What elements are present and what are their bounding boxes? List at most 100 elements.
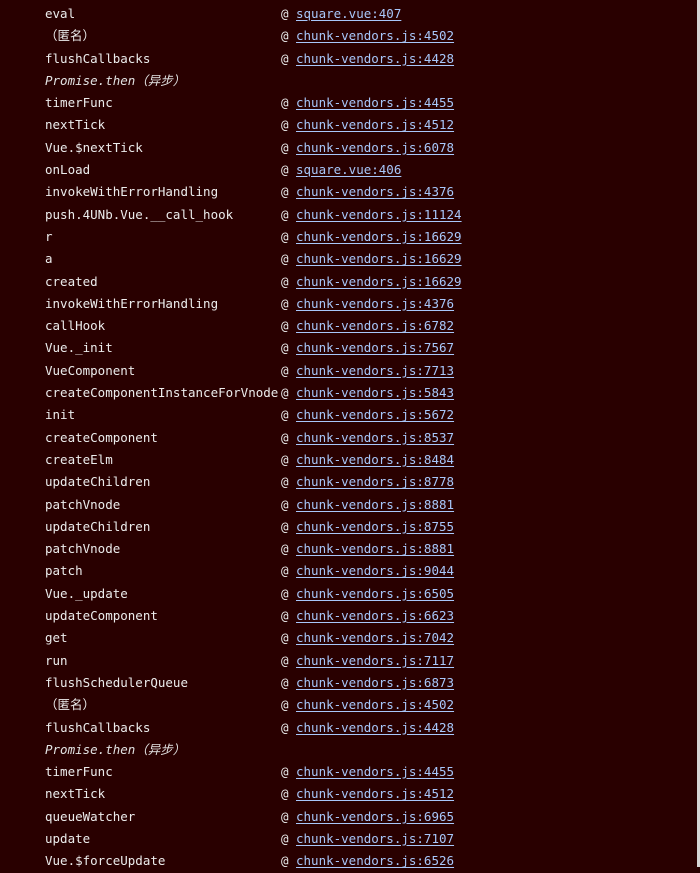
function-name: updateChildren xyxy=(45,518,151,534)
at-symbol: @ xyxy=(281,6,289,21)
stack-frame-row: createComponentInstanceForVnode @ chunk-ve… xyxy=(0,382,697,404)
stack-frame-row: （匿名） @ chunk-vendors.js:4502 xyxy=(0,694,697,716)
source-location-link[interactable]: chunk-vendors.js:16629 xyxy=(296,248,462,270)
stack-frame-row: get @ chunk-vendors.js:7042 xyxy=(0,627,697,649)
source-location-link[interactable]: chunk-vendors.js:6505 xyxy=(296,583,454,605)
source-location-link[interactable]: chunk-vendors.js:7107 xyxy=(296,828,454,850)
source-location-link[interactable]: chunk-vendors.js:8537 xyxy=(296,427,454,449)
function-name: run xyxy=(45,652,68,668)
stack-frame-row: createElm @ chunk-vendors.js:8484 xyxy=(0,449,697,471)
at-symbol: @ xyxy=(281,451,289,467)
source-location-link[interactable]: chunk-vendors.js:4455 xyxy=(296,761,454,783)
source-location-link[interactable]: chunk-vendors.js:7117 xyxy=(296,650,454,672)
function-name: r xyxy=(45,228,53,244)
stack-frame-row: Vue._update @ chunk-vendors.js:6505 xyxy=(0,583,697,605)
at-symbol: @ xyxy=(281,697,289,713)
at-symbol: @ xyxy=(281,719,289,735)
function-name: createComponentInstanceForVnode xyxy=(45,385,279,401)
source-location-link[interactable]: square.vue:407 xyxy=(296,3,401,25)
stack-frame-row: updateChildren @ chunk-vendors.js:8778 xyxy=(0,471,697,493)
stack-frame-row: nextTick @ chunk-vendors.js:4512 xyxy=(0,114,697,136)
source-location-link[interactable]: chunk-vendors.js:11124 xyxy=(296,204,462,226)
at-symbol: @ xyxy=(281,362,289,378)
stack-frame-row: onLoad @ square.vue:406 xyxy=(0,159,697,181)
async-boundary-label: Promise.then（异步） xyxy=(45,741,186,757)
source-location-link[interactable]: chunk-vendors.js:4512 xyxy=(296,114,454,136)
function-name: （匿名） xyxy=(45,28,96,44)
stack-frame-row: （匿名） @ chunk-vendors.js:4502 xyxy=(0,25,697,47)
function-name: flushSchedulerQueue xyxy=(45,674,188,690)
stack-frame-row: patchVnode @ chunk-vendors.js:8881 xyxy=(0,538,697,560)
source-location-link[interactable]: chunk-vendors.js:4455 xyxy=(296,92,454,114)
source-location-link[interactable]: chunk-vendors.js:6078 xyxy=(296,137,454,159)
source-location-link[interactable]: square.vue:406 xyxy=(296,159,401,181)
source-location-link[interactable]: chunk-vendors.js:4428 xyxy=(296,717,454,739)
stack-frame-row: patchVnode @ chunk-vendors.js:8881 xyxy=(0,494,697,516)
at-symbol: @ xyxy=(281,162,289,178)
at-symbol: @ xyxy=(281,295,289,311)
stack-frame-row: callHook @ chunk-vendors.js:6782 xyxy=(0,315,697,337)
stack-frame-row: created @ chunk-vendors.js:16629 xyxy=(0,271,697,293)
function-name: createElm xyxy=(45,451,113,467)
at-symbol: @ xyxy=(281,541,289,557)
source-location-link[interactable]: chunk-vendors.js:4428 xyxy=(296,48,454,70)
at-symbol: @ xyxy=(281,117,289,133)
function-name: update xyxy=(45,830,91,846)
function-name: nextTick xyxy=(45,117,106,133)
at-symbol: @ xyxy=(281,28,289,44)
source-location-link[interactable]: chunk-vendors.js:6965 xyxy=(296,806,454,828)
function-name: （匿名） xyxy=(45,697,96,713)
at-symbol: @ xyxy=(281,764,289,780)
stack-frame-row: Vue._init @ chunk-vendors.js:7567 xyxy=(0,337,697,359)
stack-frame-row: eval @ square.vue:407 xyxy=(0,3,697,25)
source-location-link[interactable]: chunk-vendors.js:4512 xyxy=(296,783,454,805)
source-location-link[interactable]: chunk-vendors.js:8755 xyxy=(296,516,454,538)
function-name: timerFunc xyxy=(45,764,113,780)
function-name: eval xyxy=(45,6,76,21)
source-location-link[interactable]: chunk-vendors.js:8881 xyxy=(296,538,454,560)
source-location-link[interactable]: chunk-vendors.js:6526 xyxy=(296,850,454,872)
function-name: patch xyxy=(45,563,83,579)
source-location-link[interactable]: chunk-vendors.js:5843 xyxy=(296,382,454,404)
function-name: patchVnode xyxy=(45,496,121,512)
source-location-link[interactable]: chunk-vendors.js:6782 xyxy=(296,315,454,337)
stack-frame-row: init @ chunk-vendors.js:5672 xyxy=(0,404,697,426)
async-boundary-row: Promise.then（异步） xyxy=(0,70,697,92)
source-location-link[interactable]: chunk-vendors.js:4502 xyxy=(296,25,454,47)
function-name: push.4UNb.Vue.__call_hook xyxy=(45,206,234,222)
source-location-link[interactable]: chunk-vendors.js:16629 xyxy=(296,271,462,293)
source-location-link[interactable]: chunk-vendors.js:4376 xyxy=(296,293,454,315)
source-location-link[interactable]: chunk-vendors.js:8881 xyxy=(296,494,454,516)
source-location-link[interactable]: chunk-vendors.js:7567 xyxy=(296,337,454,359)
source-location-link[interactable]: chunk-vendors.js:5672 xyxy=(296,404,454,426)
stack-frame-row: invokeWithErrorHandling @ chunk-vendors.js… xyxy=(0,293,697,315)
source-location-link[interactable]: chunk-vendors.js:9044 xyxy=(296,560,454,582)
source-location-link[interactable]: chunk-vendors.js:7713 xyxy=(296,360,454,382)
stack-frame-row: patch @ chunk-vendors.js:9044 xyxy=(0,560,697,582)
stack-frame-row: push.4UNb.Vue.__call_hook @ chunk-vendors.… xyxy=(0,204,697,226)
source-location-link[interactable]: chunk-vendors.js:8484 xyxy=(296,449,454,471)
at-symbol: @ xyxy=(281,385,289,401)
source-location-link[interactable]: chunk-vendors.js:7042 xyxy=(296,627,454,649)
at-symbol: @ xyxy=(281,496,289,512)
function-name: timerFunc xyxy=(45,95,113,111)
source-location-link[interactable]: chunk-vendors.js:6873 xyxy=(296,672,454,694)
source-location-link[interactable]: chunk-vendors.js:6623 xyxy=(296,605,454,627)
stack-frame-row: nextTick @ chunk-vendors.js:4512 xyxy=(0,783,697,805)
stack-frame-row: Vue.$forceUpdate @ chunk-vendors.js:6526 xyxy=(0,850,697,872)
source-location-link[interactable]: chunk-vendors.js:16629 xyxy=(296,226,462,248)
at-symbol: @ xyxy=(281,808,289,824)
at-symbol: @ xyxy=(281,206,289,222)
function-name: updateComponent xyxy=(45,608,158,624)
at-symbol: @ xyxy=(281,630,289,646)
at-symbol: @ xyxy=(281,585,289,601)
source-location-link[interactable]: chunk-vendors.js:4502 xyxy=(296,694,454,716)
stack-frame-row: Vue.$nextTick @ chunk-vendors.js:6078 xyxy=(0,137,697,159)
at-symbol: @ xyxy=(281,652,289,668)
at-symbol: @ xyxy=(281,50,289,66)
source-location-link[interactable]: chunk-vendors.js:4376 xyxy=(296,181,454,203)
at-symbol: @ xyxy=(281,674,289,690)
function-name: Vue.$forceUpdate xyxy=(45,853,166,869)
function-name: created xyxy=(45,273,98,289)
source-location-link[interactable]: chunk-vendors.js:8778 xyxy=(296,471,454,493)
